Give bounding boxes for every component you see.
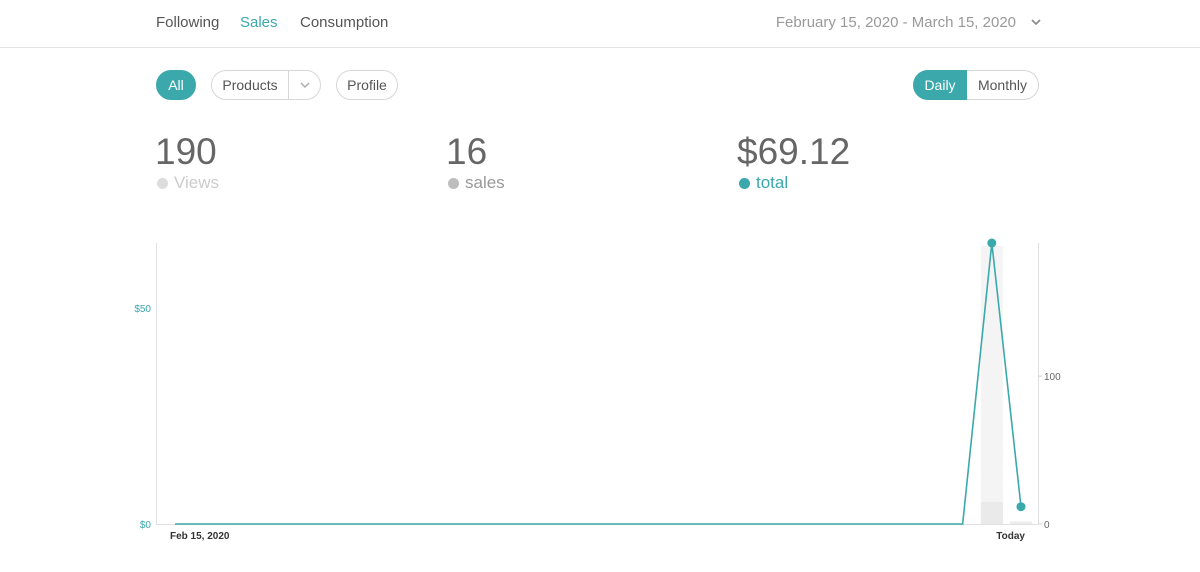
views-bar	[980, 245, 1003, 525]
right-axis-tick-label: 0	[1044, 520, 1050, 531]
total-point	[987, 238, 997, 248]
total-line	[175, 242, 1022, 525]
right-axis-ticks: 100 0	[1038, 372, 1061, 531]
x-axis-start-label: Feb 15, 2020	[170, 531, 230, 542]
sales-chart: $50 $0 100 0 Feb 15, 2020 Today	[134, 238, 1061, 542]
sales-bar	[980, 501, 1003, 524]
sales-bar	[1010, 522, 1032, 524]
total-line-series	[175, 238, 1026, 525]
right-axis-tick-label: 100	[1044, 372, 1061, 383]
views-bars	[980, 245, 1032, 525]
total-point	[1016, 502, 1026, 512]
left-axis-tick-label: $50	[134, 304, 151, 315]
left-axis-ticks: $50 $0	[134, 304, 151, 531]
left-axis-tick-label: $0	[140, 520, 152, 531]
x-axis-end-label: Today	[996, 531, 1025, 542]
